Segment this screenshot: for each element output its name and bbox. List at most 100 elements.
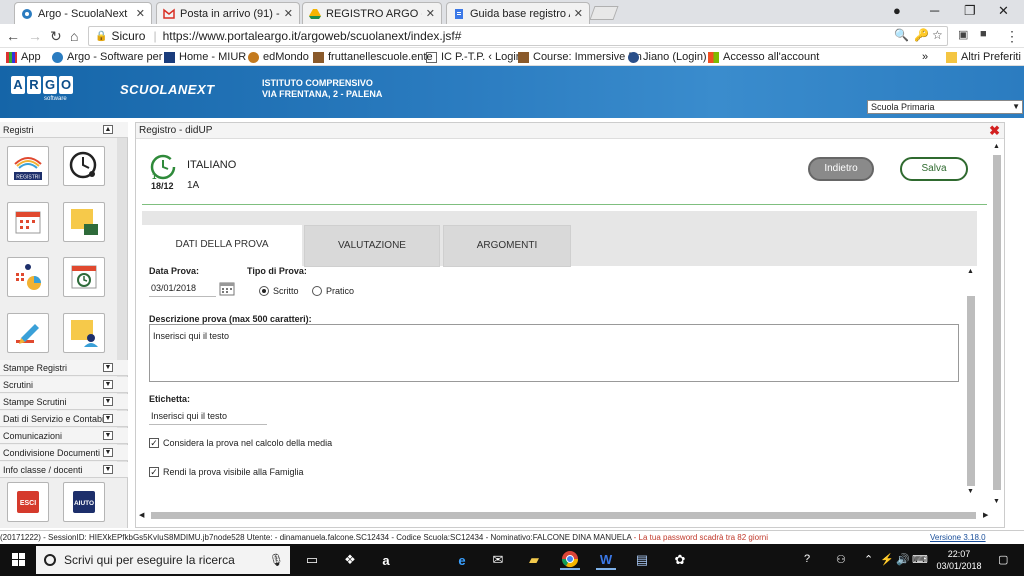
- network-icon[interactable]: ⚡: [880, 553, 894, 566]
- keyboard-icon[interactable]: ⌨: [912, 553, 928, 566]
- collapse-icon[interactable]: ▲: [103, 125, 113, 134]
- extension-icon[interactable]: ▣: [958, 28, 968, 41]
- sidebar-section-stampe-scrutini[interactable]: Stampe Scrutini ▼: [0, 394, 128, 410]
- star-icon[interactable]: ☆: [932, 28, 943, 42]
- sidebar-section-stampe-registri[interactable]: Stampe Registri ▼: [0, 360, 128, 376]
- bookmark-argo[interactable]: Argo - Software per l: [52, 51, 168, 63]
- registri-button[interactable]: REGISTRI: [7, 146, 49, 186]
- system-clock[interactable]: 22:07 03/01/2018: [930, 548, 988, 572]
- zoom-icon[interactable]: 🔍: [894, 28, 909, 42]
- menu-icon[interactable]: ⋮: [1005, 28, 1019, 45]
- sidebar-section-info-classe[interactable]: Info classe / docenti ▼: [0, 462, 128, 478]
- radio-pratico[interactable]: Pratico: [312, 286, 354, 296]
- tab-google-docs[interactable]: Guida base registro ARG ✕: [446, 2, 590, 24]
- windows-start-icon[interactable]: [12, 553, 26, 567]
- expand-icon[interactable]: ▼: [103, 414, 113, 423]
- scroll-down-icon[interactable]: ▼: [967, 488, 974, 495]
- back-arrow-icon[interactable]: ←: [6, 28, 20, 44]
- scroll-right-icon[interactable]: ▶: [983, 511, 988, 519]
- word-icon[interactable]: W: [596, 550, 616, 570]
- scroll-up-icon[interactable]: ▲: [967, 268, 974, 275]
- tab-dati-della-prova[interactable]: DATI DELLA PROVA: [142, 225, 302, 267]
- expand-icon[interactable]: ▼: [103, 431, 113, 440]
- dropbox-icon[interactable]: ❖: [340, 550, 360, 570]
- checkbox-media[interactable]: ✓ Considera la prova nel calcolo della me…: [149, 438, 332, 448]
- expand-icon[interactable]: ▼: [103, 380, 113, 389]
- aiuto-button[interactable]: AIUTO: [63, 482, 105, 522]
- descrizione-textarea[interactable]: Inserisci qui il testo: [149, 324, 959, 382]
- tab-gmail[interactable]: Posta in arrivo (91) - falc ✕: [156, 2, 300, 24]
- form-scrollbar[interactable]: ▲ ▼: [966, 266, 976, 498]
- notifications-icon[interactable]: ▢: [998, 553, 1008, 566]
- sidebar-section-condivisione[interactable]: Condivisione Documenti ▼: [0, 445, 128, 461]
- save-button[interactable]: Salva: [900, 157, 968, 181]
- bookmark-jiano[interactable]: Jiano (Login): [628, 51, 707, 63]
- mail-icon[interactable]: ✉: [488, 550, 508, 570]
- restore-icon[interactable]: ❐: [964, 3, 976, 19]
- microphone-icon[interactable]: 🎙: [269, 553, 284, 567]
- modifica-button[interactable]: [7, 313, 49, 353]
- scroll-up-icon[interactable]: ▲: [993, 143, 1000, 150]
- home-icon[interactable]: ⌂: [70, 28, 78, 44]
- forward-arrow-icon[interactable]: →: [28, 28, 42, 44]
- photos-icon[interactable]: ▤: [632, 550, 652, 570]
- minimize-icon[interactable]: ─: [930, 3, 939, 18]
- tab-valutazione[interactable]: VALUTAZIONE: [304, 225, 440, 267]
- scroll-thumb[interactable]: [993, 155, 1001, 490]
- help-tray-icon[interactable]: ?: [804, 553, 810, 565]
- etichetta-input[interactable]: Inserisci qui il testo: [149, 411, 267, 425]
- edge-icon[interactable]: e: [452, 550, 472, 570]
- tab-close-icon[interactable]: ✕: [284, 7, 293, 20]
- expand-icon[interactable]: ▼: [103, 465, 113, 474]
- bookmark-frutta[interactable]: fruttanellescuole.ente: [313, 51, 433, 63]
- esci-button[interactable]: ESCI: [7, 482, 49, 522]
- sidebar-section-dati-servizio[interactable]: Dati di Servizio e Contabili ▼: [0, 411, 128, 427]
- task-view-icon[interactable]: ▭: [302, 550, 322, 570]
- profile-icon[interactable]: ●: [893, 3, 901, 18]
- expand-icon[interactable]: ▼: [103, 448, 113, 457]
- tab-google-drive[interactable]: REGISTRO ARGO - Goog ✕: [302, 2, 442, 24]
- statistiche-button[interactable]: [7, 257, 49, 297]
- bookmark-course[interactable]: Course: Immersive En: [518, 51, 642, 63]
- close-window-icon[interactable]: ✕: [998, 3, 1009, 19]
- app-icon[interactable]: ✿: [670, 550, 690, 570]
- checkbox-famiglia[interactable]: ✓ Rendi la prova visibile alla Famiglia: [149, 467, 304, 477]
- bookmark-app[interactable]: App: [6, 51, 41, 63]
- note-docente-button[interactable]: [63, 313, 105, 353]
- calendario-button[interactable]: [7, 202, 49, 242]
- reload-icon[interactable]: ↻: [50, 28, 62, 45]
- sidebar-section-comunicazioni[interactable]: Comunicazioni ▼: [0, 428, 128, 444]
- data-prova-input[interactable]: 03/01/2018: [149, 283, 216, 297]
- scroll-down-icon[interactable]: ▼: [993, 498, 1000, 505]
- close-panel-icon[interactable]: ✖: [989, 123, 1000, 139]
- bookmark-edmondo[interactable]: edMondo: [248, 51, 309, 63]
- tab-argo-scuolanext[interactable]: Argo - ScuolaNext ✕: [14, 2, 152, 24]
- radio-scritto[interactable]: Scritto: [259, 286, 299, 296]
- key-icon[interactable]: 🔑: [914, 28, 929, 42]
- url-bar[interactable]: 🔒 Sicuro | https://www.portaleargo.it/ar…: [88, 26, 948, 46]
- sidebar-section-scrutini[interactable]: Scrutini ▼: [0, 377, 128, 393]
- chevron-up-icon[interactable]: ⌃: [864, 553, 873, 566]
- tab-close-icon[interactable]: ✕: [136, 7, 145, 20]
- orario-button[interactable]: [63, 146, 105, 186]
- tab-close-icon[interactable]: ✕: [426, 7, 435, 20]
- new-tab-button[interactable]: [589, 6, 619, 20]
- expand-icon[interactable]: ▼: [103, 397, 113, 406]
- chrome-icon[interactable]: [560, 550, 580, 570]
- bookmark-icptp[interactable]: IC P.-T.P. ‹ Login: [426, 51, 522, 63]
- calendario-orario-button[interactable]: [63, 257, 105, 297]
- bookmark-altri-preferiti[interactable]: Altri Preferiti: [946, 51, 1021, 63]
- taskbar-search[interactable]: Scrivi qui per eseguire la ricerca 🎙: [36, 546, 290, 574]
- bookmark-account[interactable]: Accesso all'account: [708, 51, 819, 63]
- school-type-select[interactable]: Scuola Primaria ▼: [867, 100, 1023, 114]
- volume-icon[interactable]: 🔊: [896, 553, 910, 566]
- people-icon[interactable]: ⚇: [836, 553, 846, 566]
- scroll-left-icon[interactable]: ◀: [139, 511, 144, 519]
- tab-argomenti[interactable]: ARGOMENTI: [443, 225, 571, 267]
- bookmark-miur[interactable]: Home - MIUR: [164, 51, 246, 63]
- panel-scrollbar[interactable]: ▲ ▼: [992, 143, 1002, 508]
- panel-hscrollbar[interactable]: ◀ ▶: [139, 511, 992, 521]
- tab-close-icon[interactable]: ✕: [574, 7, 583, 20]
- note-button[interactable]: [63, 202, 105, 242]
- scroll-thumb[interactable]: [151, 512, 976, 519]
